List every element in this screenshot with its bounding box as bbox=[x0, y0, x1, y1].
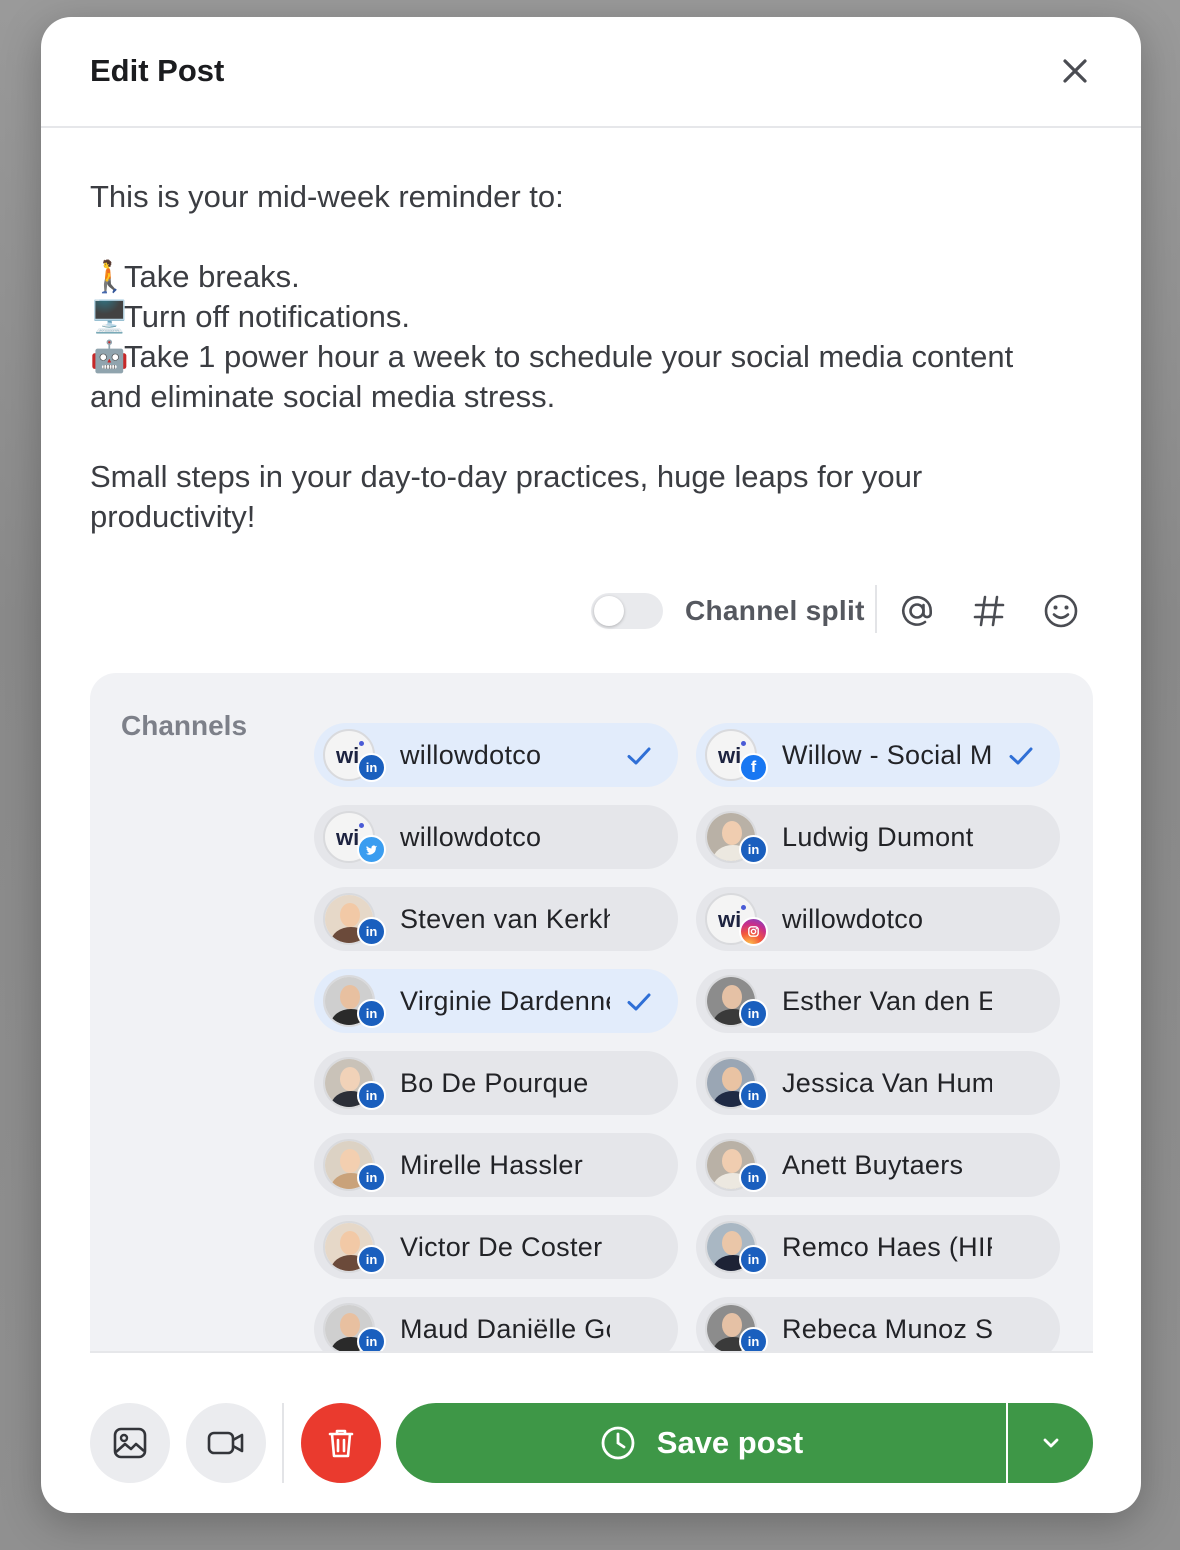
checkmark-icon bbox=[624, 987, 654, 1017]
channel-item[interactable]: in Remco Haes (HIRING) bbox=[696, 1215, 1060, 1279]
instagram-icon bbox=[739, 917, 768, 946]
post-line: 🖥️Turn off notifications. bbox=[90, 297, 1090, 337]
post-line: This is your mid-week reminder to: bbox=[90, 177, 1090, 217]
save-post-label: Save post bbox=[656, 1425, 804, 1460]
channel-item[interactable]: in Jessica Van Hummelen bbox=[696, 1051, 1060, 1115]
channel-item[interactable]: wifWillow - Social Media bbox=[696, 723, 1060, 787]
post-line-text: Take 1 power hour a week to schedule you… bbox=[124, 339, 1014, 374]
channel-name: Rebeca Munoz S bbox=[782, 1314, 992, 1344]
post-line-text: Turn off notifications. bbox=[124, 299, 411, 334]
post-line: 🤖Take 1 power hour a week to schedule yo… bbox=[90, 337, 1090, 377]
channel-name: willowdotco bbox=[782, 904, 924, 934]
channel-name: Maud Daniëlle Goossens bbox=[400, 1314, 610, 1344]
checkmark-icon bbox=[1006, 741, 1036, 771]
modal-header: Edit Post bbox=[41, 17, 1141, 128]
post-editor[interactable]: This is your mid-week reminder to: 🚶Take … bbox=[90, 177, 1090, 537]
channel-item[interactable]: wi in willowdotco bbox=[314, 723, 678, 787]
post-line-text: and eliminate social media stress. bbox=[90, 379, 556, 414]
channel-name: Virginie Dardenne bbox=[400, 986, 610, 1016]
post-line bbox=[90, 217, 1090, 257]
post-line: and eliminate social media stress. bbox=[90, 377, 1090, 417]
save-options-dropdown[interactable] bbox=[1008, 1403, 1093, 1483]
channel-item[interactable]: in Virginie Dardenne bbox=[314, 969, 678, 1033]
linkedin-icon: in bbox=[357, 1245, 386, 1274]
editor-toolbar: Channel split bbox=[41, 585, 1141, 641]
linkedin-icon: in bbox=[357, 753, 386, 782]
delete-post-button[interactable] bbox=[301, 1403, 381, 1483]
mention-icon[interactable] bbox=[895, 589, 939, 633]
close-icon[interactable] bbox=[1057, 53, 1093, 89]
hashtag-icon[interactable] bbox=[967, 589, 1011, 633]
channel-name: Victor De Coster bbox=[400, 1232, 603, 1262]
channel-item[interactable]: in Ludwig Dumont bbox=[696, 805, 1060, 869]
channel-item[interactable]: wi willowdotco bbox=[696, 887, 1060, 951]
channel-name: Jessica Van Hummelen bbox=[782, 1068, 992, 1098]
edit-post-modal: Edit Post This is your mid-week reminder… bbox=[41, 17, 1141, 1513]
add-video-button[interactable] bbox=[186, 1403, 266, 1483]
post-line-emoji: 🖥️ bbox=[90, 299, 129, 334]
post-line-text: This is your mid-week reminder to: bbox=[90, 179, 564, 214]
channels-panel: Channels wi in willowdotco wi f Willow - Soci… bbox=[90, 673, 1093, 1361]
twitter-icon bbox=[357, 835, 386, 864]
video-icon bbox=[207, 1431, 244, 1455]
linkedin-icon: in bbox=[739, 999, 768, 1028]
toolbar-divider bbox=[875, 585, 877, 633]
channel-name: Willow - Social Media bbox=[782, 740, 992, 770]
channels-label: Channels bbox=[121, 710, 248, 741]
channel-name: Mirelle Hassler bbox=[400, 1150, 584, 1180]
toggle-knob bbox=[594, 596, 624, 626]
chevron-down-icon bbox=[1043, 1438, 1058, 1448]
linkedin-icon: in bbox=[357, 1163, 386, 1192]
trash-icon bbox=[328, 1429, 354, 1458]
post-line: 🚶Take breaks. bbox=[90, 257, 1090, 297]
post-line: productivity! bbox=[90, 497, 1090, 537]
post-line-emoji: 🚶 bbox=[90, 259, 129, 294]
channel-name: Anett Buytaers bbox=[782, 1150, 964, 1180]
linkedin-icon: in bbox=[739, 1245, 768, 1274]
checkmark-icon bbox=[624, 741, 654, 771]
post-line-text: Small steps in your day-to-day practices… bbox=[90, 459, 923, 494]
add-image-button[interactable] bbox=[90, 1403, 170, 1483]
linkedin-icon: in bbox=[357, 1081, 386, 1110]
linkedin-icon: in bbox=[357, 999, 386, 1028]
linkedin-icon: in bbox=[739, 835, 768, 864]
modal-title: Edit Post bbox=[90, 53, 225, 88]
channel-item[interactable]: wi willowdotco bbox=[314, 805, 678, 869]
save-post-button[interactable]: Save post bbox=[396, 1403, 1006, 1483]
post-line: Small steps in your day-to-day practices… bbox=[90, 457, 1090, 497]
clock-icon bbox=[601, 1426, 635, 1460]
channel-item[interactable]: in Victor De Coster bbox=[314, 1215, 678, 1279]
channel-split-toggle[interactable] bbox=[591, 593, 663, 629]
channel-name: Ludwig Dumont bbox=[782, 822, 974, 852]
linkedin-icon: in bbox=[357, 917, 386, 946]
channel-item[interactable]: in Bo De Pourque bbox=[314, 1051, 678, 1115]
channel-item[interactable]: in Esther Van den Eynde bbox=[696, 969, 1060, 1033]
channel-name: Steven van Kerkhove bbox=[400, 904, 610, 934]
channel-name: Remco Haes (HIRING) bbox=[782, 1232, 992, 1262]
footer-divider bbox=[282, 1403, 284, 1483]
image-icon bbox=[113, 1427, 147, 1459]
channel-name: willowdotco bbox=[400, 822, 542, 852]
channel-item[interactable]: in Steven van Kerkhove bbox=[314, 887, 678, 951]
emoji-icon[interactable] bbox=[1039, 589, 1083, 633]
channel-name: Esther Van den Eynde bbox=[782, 986, 992, 1016]
channel-item[interactable]: in Mirelle Hassler bbox=[314, 1133, 678, 1197]
channel-name: Bo De Pourque bbox=[400, 1068, 589, 1098]
post-line-emoji: 🤖 bbox=[90, 339, 129, 374]
channel-item[interactable]: in Anett Buytaers bbox=[696, 1133, 1060, 1197]
facebook-icon: f bbox=[739, 753, 768, 782]
linkedin-icon: in bbox=[739, 1081, 768, 1110]
linkedin-icon: in bbox=[739, 1163, 768, 1192]
post-line-text: productivity! bbox=[90, 499, 256, 534]
modal-footer: Save post bbox=[90, 1351, 1093, 1513]
channel-name: willowdotco bbox=[400, 740, 542, 770]
channel-split-label: Channel split bbox=[685, 595, 865, 626]
post-line-text: Take breaks. bbox=[124, 259, 300, 294]
post-line bbox=[90, 417, 1090, 457]
